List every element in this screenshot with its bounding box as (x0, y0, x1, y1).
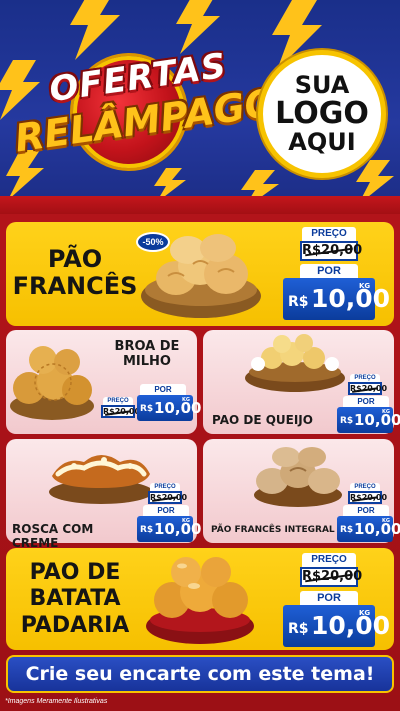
currency-symbol: R$ (288, 294, 309, 310)
sale-price-box: R$ 10,00 KG (283, 278, 390, 320)
old-price: R$20,00 (148, 491, 187, 504)
unit-label: KG (382, 518, 390, 524)
disclaimer-note: *Imagens Meramente Ilustrativas (5, 698, 108, 705)
product-name-line: PADARIA (20, 612, 130, 638)
sale-price-box: R$ 10,00 KG (337, 516, 400, 542)
product-name: PÃO FRANCÊS INTEGRAL (211, 525, 335, 535)
product-name: PAO DE QUEIJO (212, 413, 313, 427)
ofertas-relampago-badge: OFERTAS RELÂMPAGO (12, 46, 280, 178)
por-label: POR (343, 505, 389, 516)
product-name: PÃO FRANCÊS (10, 246, 140, 300)
logo-text-line1: SUA (294, 71, 350, 100)
discount-badge: -50% (136, 232, 170, 252)
product-name-line: PAO DE (29, 560, 121, 585)
product-name: PAO DE BATATA PADARIA (10, 560, 140, 639)
bread-basket-illustration (245, 334, 345, 392)
product-name: BROA DE MILHO (104, 339, 190, 370)
sale-price: 10,00 (154, 520, 202, 538)
unit-label: KG (382, 409, 390, 415)
por-label: POR (343, 396, 389, 407)
currency-symbol: R$ (340, 416, 354, 426)
old-price: R$20,00 (300, 241, 362, 261)
sale-price: 10,00 (311, 611, 391, 640)
sale-price-box: R$ 10,00 KG (337, 407, 400, 433)
por-label: POR (300, 591, 358, 605)
bread-basket-illustration (254, 447, 342, 507)
old-price: R$20,00 (300, 567, 362, 587)
logo-placeholder: SUA LOGO AQUI (258, 50, 386, 178)
header-divider (0, 196, 400, 214)
old-price: R$20,00 (348, 382, 387, 395)
logo-text-line2: LOGO (275, 96, 369, 132)
currency-symbol: R$ (140, 525, 154, 535)
currency-symbol: R$ (340, 525, 354, 535)
sale-price: 10,00 (354, 411, 400, 429)
product-name-line: BROA DE (114, 339, 180, 354)
unit-label: KG (182, 397, 190, 403)
unit-label: KG (359, 282, 371, 290)
unit-label: KG (182, 518, 190, 524)
product-name-line: BATATA (29, 586, 121, 612)
create-flyer-cta[interactable]: Crie seu encarte com este tema! (6, 655, 394, 693)
logo-text-line3: AQUI (288, 127, 356, 156)
por-label: POR (143, 505, 189, 516)
unit-label: KG (359, 609, 371, 617)
sale-price-box: R$ 10,00 KG (137, 516, 201, 542)
product-name-line: MILHO (123, 353, 171, 369)
sale-price: 10,00 (354, 520, 400, 538)
sale-price: 10,00 (311, 284, 391, 313)
old-price: R$20,00 (101, 405, 140, 418)
product-name-line: FRANCÊS (12, 271, 138, 300)
por-label: POR (140, 384, 186, 395)
bread-basket-illustration (49, 455, 153, 504)
sale-price-box: R$ 10,00 KG (137, 395, 201, 421)
bread-basket-illustration (146, 557, 254, 644)
preco-label: PREÇO (302, 227, 356, 241)
product-name: ROSCA COM CREME (12, 522, 94, 550)
old-price: R$20,00 (348, 491, 387, 504)
preco-label: PREÇO (302, 553, 356, 567)
product-name-line: PÃO (47, 245, 103, 273)
bread-basket-illustration (10, 346, 94, 420)
por-label: POR (300, 264, 358, 278)
currency-symbol: R$ (140, 404, 154, 414)
sale-price-box: R$ 10,00 KG (283, 605, 390, 647)
currency-symbol: R$ (288, 621, 309, 637)
sale-price: 10,00 (154, 399, 202, 417)
header-banner: OFERTAS RELÂMPAGO SUA LOGO AQUI (0, 0, 400, 205)
